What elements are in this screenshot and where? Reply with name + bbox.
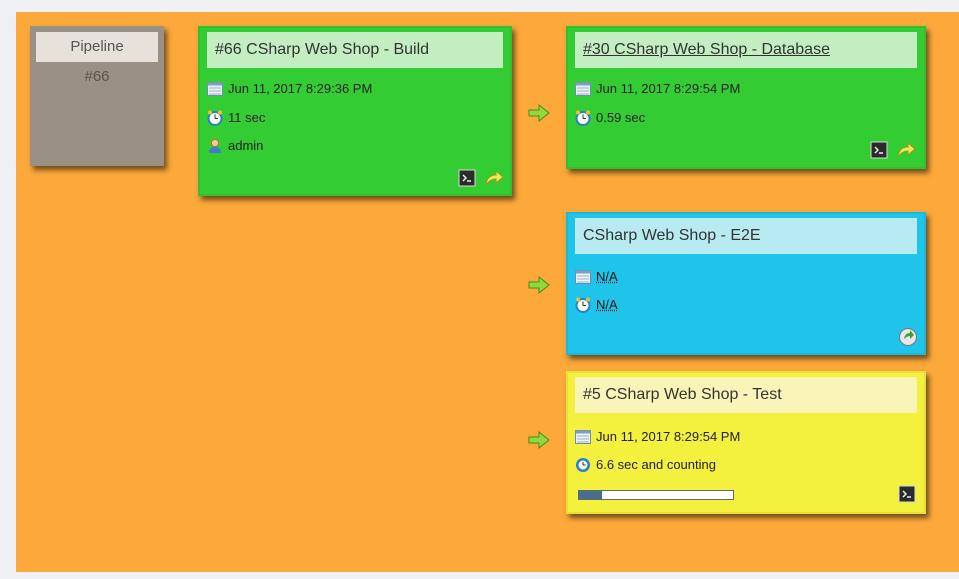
database-title[interactable]: #30 CSharp Web Shop - Database <box>575 32 917 68</box>
calendar-icon <box>574 429 592 445</box>
console-icon[interactable] <box>898 485 916 503</box>
database-duration: 0.59 sec <box>596 110 646 125</box>
test-card: #5 CSharp Web Shop - Test Jun 11, 2017 8… <box>566 371 926 514</box>
pipeline-title: Pipeline <box>36 32 158 62</box>
test-duration: 6.6 sec and counting <box>596 457 716 472</box>
test-progress-bar <box>578 490 734 500</box>
build-title[interactable]: #66 CSharp Web Shop - Build <box>207 32 503 68</box>
trigger-build-icon[interactable] <box>898 327 917 346</box>
rebuild-arrow-icon[interactable] <box>484 169 504 187</box>
database-duration-row: 0.59 sec <box>574 107 645 129</box>
e2e-date-row: N/A <box>574 266 618 288</box>
e2e-date[interactable]: N/A <box>596 266 618 288</box>
build-card: #66 CSharp Web Shop - Build Jun 11, 2017… <box>198 26 512 196</box>
green-arrow-icon <box>528 430 550 450</box>
build-duration: 11 sec <box>228 110 266 125</box>
console-icon[interactable] <box>458 169 476 187</box>
test-title[interactable]: #5 CSharp Web Shop - Test <box>575 377 917 413</box>
calendar-icon <box>574 81 592 97</box>
pipeline-header-card: Pipeline #66 <box>30 26 164 166</box>
green-arrow-icon <box>528 103 550 123</box>
database-date: Jun 11, 2017 8:29:54 PM <box>596 81 741 96</box>
calendar-icon <box>574 269 592 285</box>
clock-icon <box>574 297 592 313</box>
calendar-icon <box>206 81 224 97</box>
build-user: admin <box>228 138 264 153</box>
database-date-row: Jun 11, 2017 8:29:54 PM <box>574 78 740 100</box>
test-date-row: Jun 11, 2017 8:29:54 PM <box>574 426 740 448</box>
clock-icon <box>574 457 592 473</box>
pipeline-canvas: Pipeline #66 #66 CSharp Web Shop - Build… <box>16 12 959 572</box>
rebuild-arrow-icon[interactable] <box>896 141 916 159</box>
clock-icon <box>574 110 592 126</box>
pipeline-number: #66 <box>84 68 110 85</box>
test-duration-row: 6.6 sec and counting <box>574 454 716 476</box>
e2e-duration[interactable]: N/A <box>596 294 618 316</box>
test-date: Jun 11, 2017 8:29:54 PM <box>596 429 741 444</box>
user-icon <box>206 138 224 154</box>
build-user-row: admin <box>206 135 263 157</box>
e2e-duration-row: N/A <box>574 294 618 316</box>
build-duration-row: 11 sec <box>206 107 265 129</box>
build-date-row: Jun 11, 2017 8:29:36 PM <box>206 78 372 100</box>
e2e-title: CSharp Web Shop - E2E <box>575 218 917 254</box>
test-progress-fill <box>579 491 603 499</box>
console-icon[interactable] <box>870 141 888 159</box>
clock-icon <box>206 110 224 126</box>
e2e-card: CSharp Web Shop - E2E N/A N/A <box>566 212 926 355</box>
database-card: #30 CSharp Web Shop - Database Jun 11, 2… <box>566 26 926 169</box>
green-arrow-icon <box>528 275 550 295</box>
build-date: Jun 11, 2017 8:29:36 PM <box>228 81 373 96</box>
